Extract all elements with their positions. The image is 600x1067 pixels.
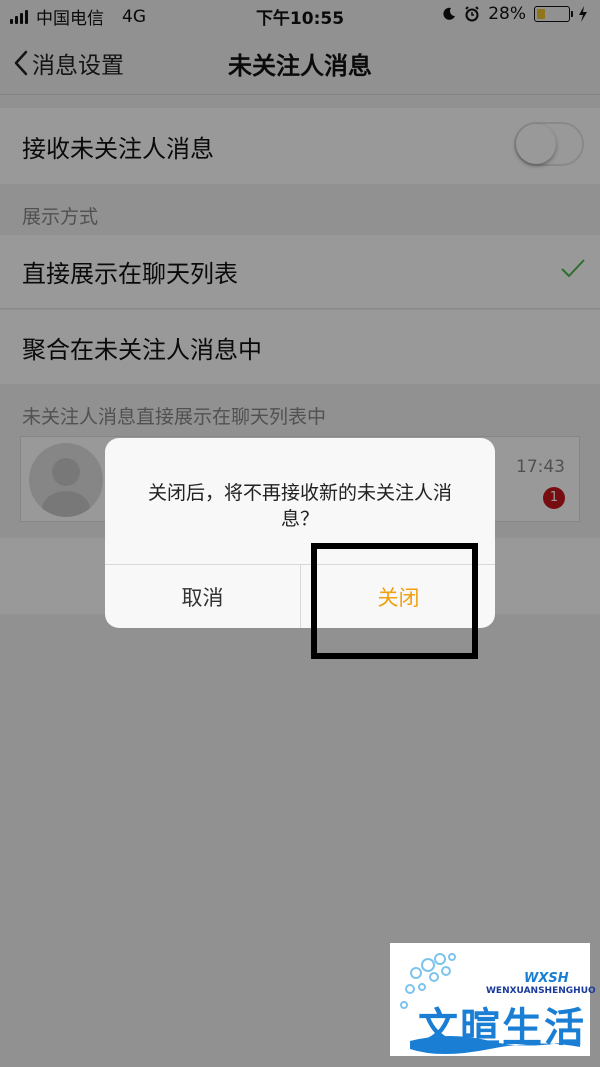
watermark-badge: WXSH: [524, 971, 569, 986]
dialog-message: 关闭后，将不再接收新的未关注人消息？: [147, 482, 452, 530]
watermark-text: 文暄生活: [418, 1004, 586, 1051]
watermark-logo: WXSH WENXUANSHENGHUO 文暄生活: [390, 943, 596, 1056]
cancel-button[interactable]: 取消: [105, 565, 300, 628]
highlight-box: [311, 543, 478, 659]
